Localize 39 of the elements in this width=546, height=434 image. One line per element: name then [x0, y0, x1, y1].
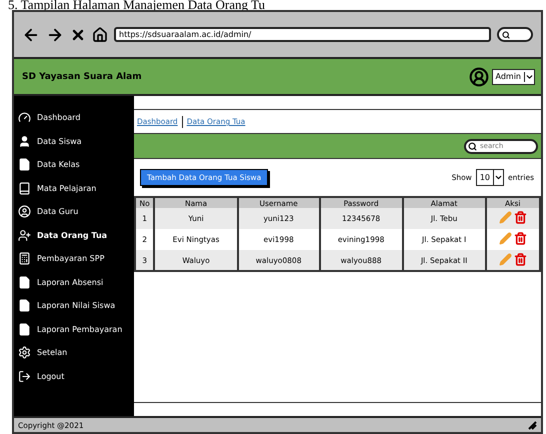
sidebar-item[interactable]: Data Guru [18, 200, 134, 224]
caret-icon [493, 170, 503, 185]
user-avatar-icon [468, 66, 488, 86]
sidebar-item[interactable]: Laporan Pembayaran [18, 318, 134, 341]
search-icon [502, 30, 510, 38]
sidebar-item[interactable]: Setelan [18, 341, 134, 364]
home-icon[interactable] [92, 26, 108, 42]
book-icon [18, 182, 31, 195]
file-icon [18, 322, 31, 336]
settings-icon [18, 346, 31, 360]
school-title: SD Yayasan Suara Alam [22, 72, 143, 82]
url-field[interactable]: https://sdsuaraalam.ac.id/admin/ [114, 27, 491, 42]
sidebar-item[interactable]: Dashboard [18, 106, 134, 130]
user-circle-icon [18, 205, 31, 218]
sidebar-item[interactable]: Pembayaran SPP [18, 247, 134, 270]
sidebar-item[interactable]: Laporan Absensi [18, 270, 134, 294]
sidebar-item[interactable]: Logout [18, 364, 134, 388]
resize-grip-icon [528, 420, 537, 430]
entries-select[interactable]: 10 [476, 169, 504, 186]
trash-icon[interactable] [514, 252, 527, 266]
calculator-icon [18, 252, 31, 266]
sidebar-item[interactable]: Data Kelas [18, 153, 134, 176]
search-icon [468, 142, 477, 150]
browser-search-field[interactable] [497, 27, 533, 42]
logout-icon [18, 370, 31, 383]
document-icon [18, 158, 31, 172]
user-dropdown[interactable]: Admin [492, 68, 535, 84]
file-icon [18, 276, 31, 289]
sidebar-item[interactable]: Data Siswa [18, 130, 134, 153]
file-icon [18, 299, 31, 312]
caret-icon [524, 72, 534, 82]
trash-icon[interactable] [514, 232, 527, 245]
user-icon [18, 134, 31, 148]
sidebar-item[interactable]: Data Orang Tua [18, 224, 134, 247]
gauge-icon [18, 111, 31, 124]
trash-icon[interactable] [514, 211, 527, 224]
sidebar-item[interactable]: Mata Pelajaran [18, 176, 134, 200]
add-user-icon [18, 228, 31, 242]
sidebar-item[interactable]: Laporan Nilai Siswa [18, 294, 134, 318]
